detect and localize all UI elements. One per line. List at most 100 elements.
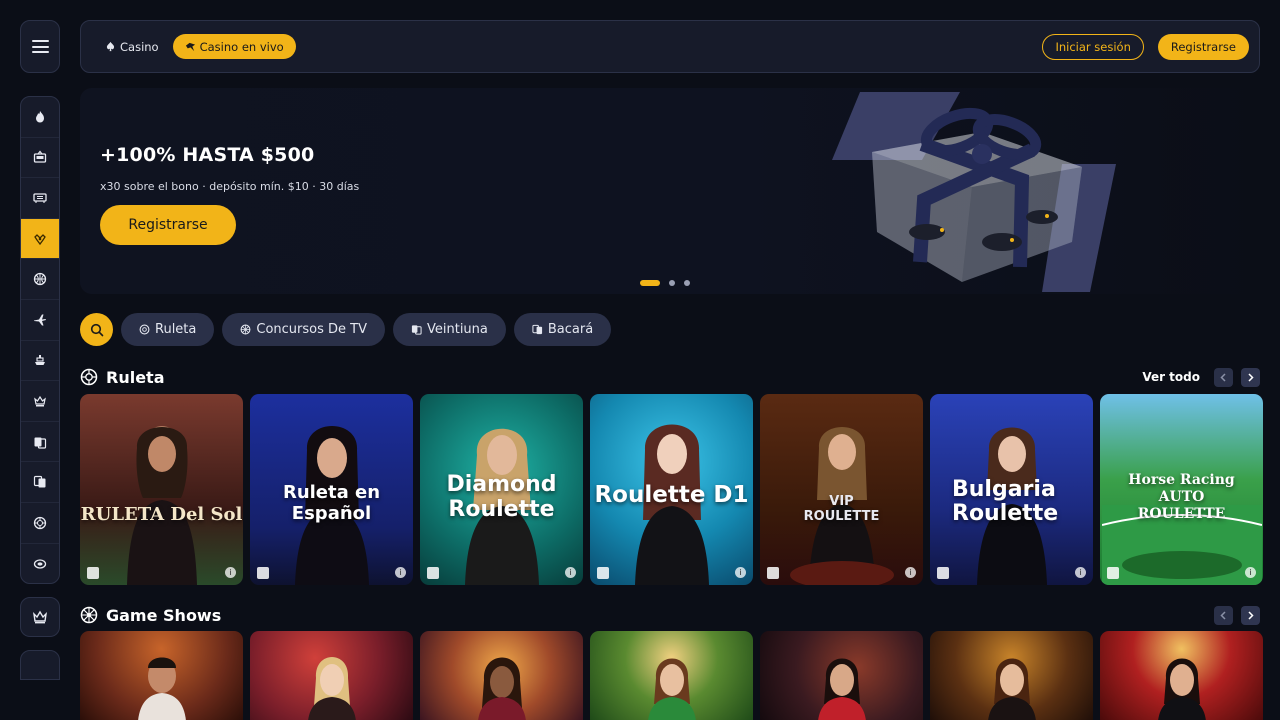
blackjack-icon: [411, 325, 422, 335]
chip-icon: [33, 559, 47, 569]
game-card[interactable]: [760, 631, 923, 720]
info-icon[interactable]: i: [1075, 567, 1086, 578]
dealer-icon: [185, 42, 195, 52]
game-card[interactable]: Roulette D1 i: [590, 394, 753, 585]
info-icon[interactable]: i: [565, 567, 576, 578]
game-title: Horse Racing AUTO ROULETTE: [1128, 472, 1235, 522]
chevron-left-icon: [1220, 372, 1226, 382]
crown-icon: [33, 610, 47, 624]
baccarat-icon: [33, 476, 46, 488]
game-title: VIP ROULETTE: [803, 494, 880, 524]
sidebar-vip-button[interactable]: [20, 597, 60, 637]
game-title: Diamond Roulette: [446, 472, 557, 522]
info-icon[interactable]: i: [395, 567, 406, 578]
top-bar: Casino Casino en vivo Iniciar sesión Reg…: [80, 20, 1260, 73]
sidebar-item-cards[interactable]: [21, 178, 59, 219]
game-card[interactable]: [420, 631, 583, 720]
airplane-icon: [34, 314, 46, 326]
sidebar-item-slots[interactable]: [21, 138, 59, 179]
game-shows-controls: [1214, 605, 1260, 625]
game-card[interactable]: Bulgaria Roulette i: [930, 394, 1093, 585]
cards-icon: [33, 193, 47, 203]
game-card[interactable]: Diamond Roulette i: [420, 394, 583, 585]
roulette-icon: [33, 516, 47, 529]
wheel-icon: [240, 324, 251, 335]
live-dealer-icon: [34, 233, 46, 245]
game-card[interactable]: [80, 631, 243, 720]
info-icon[interactable]: i: [735, 567, 746, 578]
game-title: Roulette D1: [594, 482, 749, 508]
fire-icon: [36, 110, 44, 123]
chip-baccarat-label: Bacará: [547, 322, 594, 337]
sidebar-more[interactable]: [20, 650, 60, 680]
ruleta-title-text: Ruleta: [106, 367, 165, 387]
chip-baccarat[interactable]: Bacará: [513, 313, 612, 346]
info-icon[interactable]: i: [225, 567, 236, 578]
search-button[interactable]: [80, 313, 113, 346]
sidebar-item-roulette[interactable]: [21, 503, 59, 544]
game-card[interactable]: [590, 631, 753, 720]
chip-ruleta-label: Ruleta: [155, 322, 197, 337]
ship-icon: [35, 355, 45, 366]
ruleta-prev-button[interactable]: [1214, 367, 1233, 387]
sidebar-item-live-casino[interactable]: [21, 218, 59, 260]
game-shows-prev-button[interactable]: [1214, 605, 1233, 625]
banner-title: +100% HASTA $500: [100, 144, 315, 166]
game-card[interactable]: Horse Racing AUTO ROULETTE i: [1100, 394, 1263, 585]
tab-live-casino[interactable]: Casino en vivo: [172, 34, 296, 59]
ruleta-next-button[interactable]: [1241, 367, 1260, 387]
tab-casino-label: Casino: [120, 39, 159, 54]
top-nav: Casino Casino en vivo: [97, 34, 296, 59]
login-button[interactable]: Iniciar sesión: [1042, 33, 1144, 60]
menu-button[interactable]: [20, 20, 60, 73]
ruleta-controls: Ver todo: [1142, 367, 1260, 387]
game-card[interactable]: [250, 631, 413, 720]
register-button[interactable]: Registrarse: [1157, 33, 1249, 60]
info-icon[interactable]: i: [1245, 567, 1256, 578]
basketball-icon: [33, 273, 47, 286]
sidebar-item-hot[interactable]: [21, 97, 59, 138]
sidebar-item-baccarat[interactable]: [21, 462, 59, 503]
game-shows-section-title: Game Shows: [80, 606, 221, 625]
chip-blackjack[interactable]: Veintiuna: [392, 313, 506, 346]
sidebar-item-blackjack[interactable]: [21, 422, 59, 463]
sidebar-item-sports[interactable]: [21, 259, 59, 300]
host-figure: [647, 658, 696, 720]
tab-live-casino-label: Casino en vivo: [199, 39, 284, 54]
chip-game-shows-label: Concursos De TV: [256, 322, 367, 337]
game-card[interactable]: Ruleta en Español i: [250, 394, 413, 585]
tab-casino[interactable]: Casino: [97, 34, 167, 59]
info-icon[interactable]: i: [905, 567, 916, 578]
game-card[interactable]: RULETA Del Sol i: [80, 394, 243, 585]
sidebar-item-poker[interactable]: [21, 544, 59, 583]
sidebar-item-crash[interactable]: [21, 300, 59, 341]
sidebar-item-table-games[interactable]: [21, 381, 59, 422]
carousel-dots: [640, 280, 690, 286]
game-title: RULETA Del Sol: [80, 504, 243, 525]
game-shows-section-header: Game Shows: [80, 604, 1260, 626]
dealer-figure: [126, 426, 197, 585]
game-title: Bulgaria Roulette: [952, 477, 1059, 526]
game-card[interactable]: VIP ROULETTE i: [760, 394, 923, 585]
banner-register-button[interactable]: Registrarse: [100, 205, 236, 245]
ruleta-games-row: RULETA Del Sol i Ruleta en Español i Dia…: [80, 394, 1263, 585]
chip-game-shows[interactable]: Concursos De TV: [222, 313, 385, 346]
roulette-icon: [80, 368, 98, 386]
sidebar-item-ship[interactable]: [21, 341, 59, 382]
host-figure: [477, 657, 526, 720]
carousel-dot-1[interactable]: [640, 280, 660, 286]
game-card[interactable]: [930, 631, 1093, 720]
game-card[interactable]: [1100, 631, 1263, 720]
sidebar-nav: [20, 96, 60, 584]
see-all-link[interactable]: Ver todo: [1142, 370, 1200, 384]
auth-buttons: Iniciar sesión Registrarse: [1042, 33, 1249, 60]
category-filters: Ruleta Concursos De TV Veintiuna Bacará: [80, 313, 612, 346]
chevron-right-icon: [1248, 610, 1254, 620]
chevron-left-icon: [1220, 610, 1226, 620]
carousel-dot-2[interactable]: [669, 280, 675, 286]
carousel-dot-3[interactable]: [684, 280, 690, 286]
chip-ruleta[interactable]: Ruleta: [121, 313, 215, 346]
game-shows-next-button[interactable]: [1241, 605, 1260, 625]
promo-banner[interactable]: +100% HASTA $500 x30 sobre el bono · dep…: [80, 88, 1260, 294]
wheel-icon: [80, 606, 98, 624]
